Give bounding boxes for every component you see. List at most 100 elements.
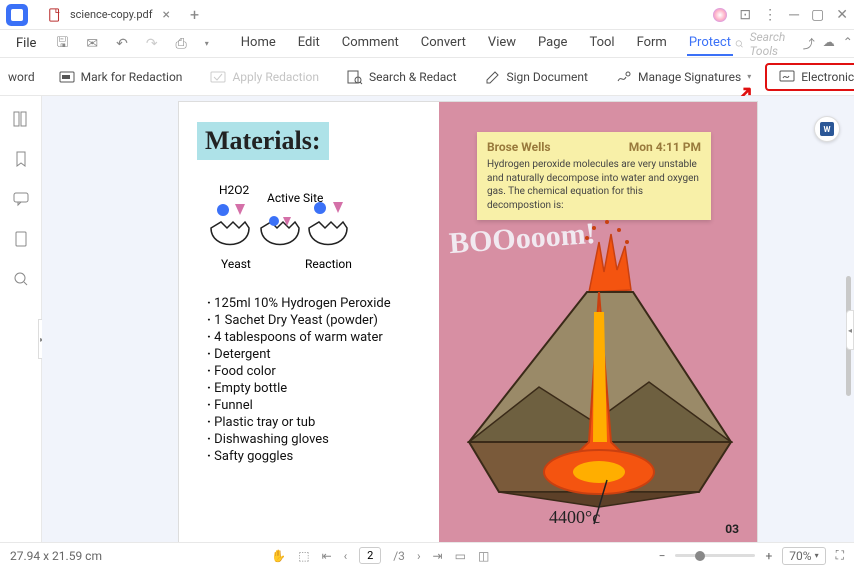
redaction-icon <box>59 69 75 85</box>
menubar: File 🖫 ✉ ↶ ↷ ⎙ ▾ Home Edit Comment Conve… <box>0 30 854 58</box>
tab-protect[interactable]: Protect <box>687 31 733 56</box>
search-placeholder: Search Tools <box>750 30 791 58</box>
svg-text:Yeast: Yeast <box>221 257 251 271</box>
redo-icon[interactable]: ↷ <box>138 34 166 54</box>
feedback-icon[interactable]: ⊡ <box>739 7 751 23</box>
search-redact-icon <box>347 69 363 85</box>
svg-text:Reaction: Reaction <box>305 257 352 271</box>
print-icon[interactable]: ⎙ <box>168 34 195 54</box>
bookmarks-icon[interactable] <box>12 150 30 168</box>
page-right: Brose Wells Mon 4:11 PM Hydrogen peroxid… <box>439 102 757 542</box>
collapse-ribbon-icon[interactable]: ⌃ <box>843 35 853 52</box>
tab-comment[interactable]: Comment <box>340 31 401 56</box>
tab-title: science-copy.pdf <box>70 8 153 21</box>
list-item: Empty bottle <box>207 380 421 397</box>
zoom-slider[interactable] <box>675 554 755 557</box>
sign-document-button[interactable]: Sign Document <box>471 64 602 90</box>
two-page-icon[interactable]: ◫ <box>478 549 489 563</box>
attachments-icon[interactable] <box>12 230 30 248</box>
new-tab-button[interactable]: + <box>190 5 199 24</box>
save-icon[interactable]: 🖫 <box>48 30 76 58</box>
single-page-icon[interactable]: ▭ <box>455 549 466 563</box>
share-icon[interactable]: ⤴ <box>803 35 815 52</box>
note-time: Mon 4:11 PM <box>629 140 701 154</box>
note-body: Hydrogen peroxide molecules are very uns… <box>487 158 701 212</box>
app-icon <box>6 4 28 26</box>
page-left: Materials: H2O2 Active Site Yeast <box>179 102 439 542</box>
tab-convert[interactable]: Convert <box>419 31 468 56</box>
toolbar-trunc-label[interactable]: word <box>8 70 35 84</box>
materials-list: 125ml 10% Hydrogen Peroxide 1 Sachet Dry… <box>207 295 421 465</box>
page-dimensions: 27.94 x 21.59 cm <box>10 549 102 563</box>
tab-tool[interactable]: Tool <box>587 31 616 56</box>
svg-text:Active Site: Active Site <box>267 191 323 205</box>
mark-for-redaction-button[interactable]: Mark for Redaction <box>45 64 197 90</box>
thumbnails-icon[interactable] <box>12 110 30 128</box>
list-item: 125ml 10% Hydrogen Peroxide <box>207 295 421 312</box>
search-redact-button[interactable]: Search & Redact <box>333 64 471 90</box>
tab-home[interactable]: Home <box>239 31 278 56</box>
file-menu[interactable]: File <box>6 34 46 53</box>
list-item: Food color <box>207 363 421 380</box>
undo-icon[interactable]: ↶ <box>108 34 136 54</box>
sticky-note[interactable]: Brose Wells Mon 4:11 PM Hydrogen peroxid… <box>477 132 711 220</box>
list-item: Plastic tray or tub <box>207 414 421 431</box>
tab-edit[interactable]: Edit <box>296 31 322 56</box>
chevron-down-icon: ▾ <box>815 551 819 560</box>
tab-view[interactable]: View <box>486 31 518 56</box>
tab-form[interactable]: Form <box>635 31 669 56</box>
zoom-percent-dropdown[interactable]: 70% ▾ <box>782 547 825 565</box>
esignature-icon <box>779 69 795 85</box>
first-page-icon[interactable]: ⇤ <box>322 549 332 563</box>
comments-icon[interactable] <box>12 190 30 208</box>
close-button[interactable]: ✕ <box>836 7 848 23</box>
page-input[interactable] <box>359 547 381 564</box>
main-area: ▸ Materials: H2O2 Active Site <box>0 96 854 542</box>
titlebar: science-copy.pdf × + ⊡ ⋮ ─ ▢ ✕ <box>0 0 854 30</box>
protect-toolbar: word Mark for Redaction Apply Redaction … <box>0 58 854 96</box>
chevron-down-icon: ▾ <box>747 72 751 81</box>
minimize-button[interactable]: ─ <box>789 6 799 23</box>
list-item: Dishwashing gloves <box>207 431 421 448</box>
search-icon <box>735 37 744 51</box>
prev-page-icon[interactable]: ‹ <box>344 549 348 563</box>
zoom-in-icon[interactable]: + <box>765 549 772 563</box>
hand-tool-icon[interactable]: ✋ <box>271 549 286 563</box>
temperature-label: 4400°c <box>549 507 600 528</box>
list-item: 1 Sachet Dry Yeast (powder) <box>207 312 421 329</box>
document-tab[interactable]: science-copy.pdf × <box>38 3 182 27</box>
list-item: Safty goggles <box>207 448 421 465</box>
pdf-icon <box>48 8 62 22</box>
tab-close-icon[interactable]: × <box>161 7 172 23</box>
maximize-button[interactable]: ▢ <box>811 7 824 23</box>
sign-icon <box>485 69 501 85</box>
user-avatar-icon[interactable] <box>713 8 727 22</box>
more-icon[interactable]: ⋮ <box>763 7 777 23</box>
cloud-icon[interactable]: ☁ <box>823 35 835 52</box>
note-author: Brose Wells <box>487 140 551 154</box>
statusbar: 27.94 x 21.59 cm ✋ ⬚ ⇤ ‹ /3 › ⇥ ▭ ◫ − + … <box>0 542 854 568</box>
word-icon: W <box>820 122 834 136</box>
list-item: Funnel <box>207 397 421 414</box>
list-item: 4 tablespoons of warm water <box>207 329 421 346</box>
last-page-icon[interactable]: ⇥ <box>433 549 443 563</box>
menu-dropdown-icon[interactable]: ▾ <box>197 37 217 50</box>
search-sidebar-icon[interactable] <box>12 270 30 288</box>
mail-icon[interactable]: ✉ <box>78 34 106 54</box>
fit-page-icon[interactable]: ⛶ <box>836 548 844 563</box>
next-page-icon[interactable]: › <box>417 549 421 563</box>
main-tabs: Home Edit Comment Convert View Page Tool… <box>239 31 733 56</box>
collapse-right-panel[interactable]: ◂ <box>846 310 854 350</box>
select-tool-icon[interactable]: ⬚ <box>298 549 309 563</box>
convert-to-word-button[interactable]: W <box>814 116 840 142</box>
tab-page[interactable]: Page <box>536 31 569 56</box>
document-spread: Materials: H2O2 Active Site Yeast <box>178 101 758 542</box>
zoom-out-icon[interactable]: − <box>659 549 666 563</box>
electronic-signature-button[interactable]: Electronic Signature <box>765 63 854 91</box>
apply-redaction-button: Apply Redaction <box>196 64 333 90</box>
search-tools[interactable]: Search Tools <box>735 30 791 58</box>
document-viewport[interactable]: Materials: H2O2 Active Site Yeast <box>42 96 854 542</box>
left-sidebar: ▸ <box>0 96 42 542</box>
page-total: /3 <box>393 549 405 563</box>
manage-signatures-icon <box>616 69 632 85</box>
